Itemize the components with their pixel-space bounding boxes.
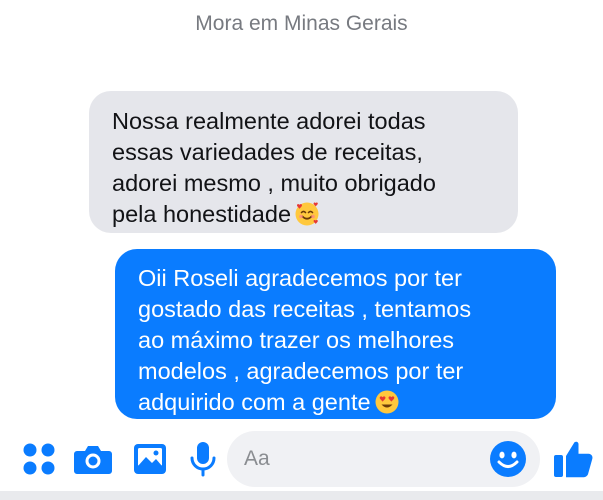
gallery-icon[interactable] [130, 439, 170, 479]
heart-eyes-face-icon [375, 390, 399, 414]
message-line-text: pela honestidade [112, 201, 292, 227]
emoji-icon[interactable] [489, 440, 527, 478]
message-composer: Aa [0, 429, 603, 489]
message-line: Oii Roseli agradecemos por ter [138, 265, 462, 291]
message-line: essas variedades de receitas, [112, 139, 423, 165]
message-line: modelos , agradecemos por ter [138, 358, 464, 384]
message-line: ao máximo trazer os melhores [138, 327, 455, 353]
message-input-placeholder: Aa [244, 447, 270, 470]
conversation-context: Mora em Minas Gerais [195, 12, 408, 35]
microphone-icon[interactable] [183, 439, 223, 479]
received-message-bubble[interactable]: Nossa realmente adorei todas essas varie… [89, 91, 518, 233]
smiling-face-with-hearts-icon [295, 202, 319, 226]
sent-message-bubble[interactable]: Oii Roseli agradecemos por ter gostado d… [115, 249, 556, 419]
chat-screen: Mora em Minas Gerais Nossa realmente ado… [0, 0, 603, 500]
bottom-divider [0, 491, 603, 500]
message-line: Nossa realmente adorei todas [112, 108, 426, 134]
message-line: pela honestidade [112, 199, 496, 230]
message-line-text: adquirido com a gente [138, 389, 371, 415]
thumbs-up-icon[interactable] [552, 436, 594, 480]
camera-icon[interactable] [73, 439, 113, 479]
message-line: adquirido com a gente [138, 387, 536, 418]
menu-dots-icon[interactable] [19, 439, 59, 479]
message-line: gostado das receitas , tentamos [138, 296, 472, 322]
message-input[interactable]: Aa [227, 431, 540, 487]
message-line: adorei mesmo , muito obrigado [112, 170, 436, 196]
